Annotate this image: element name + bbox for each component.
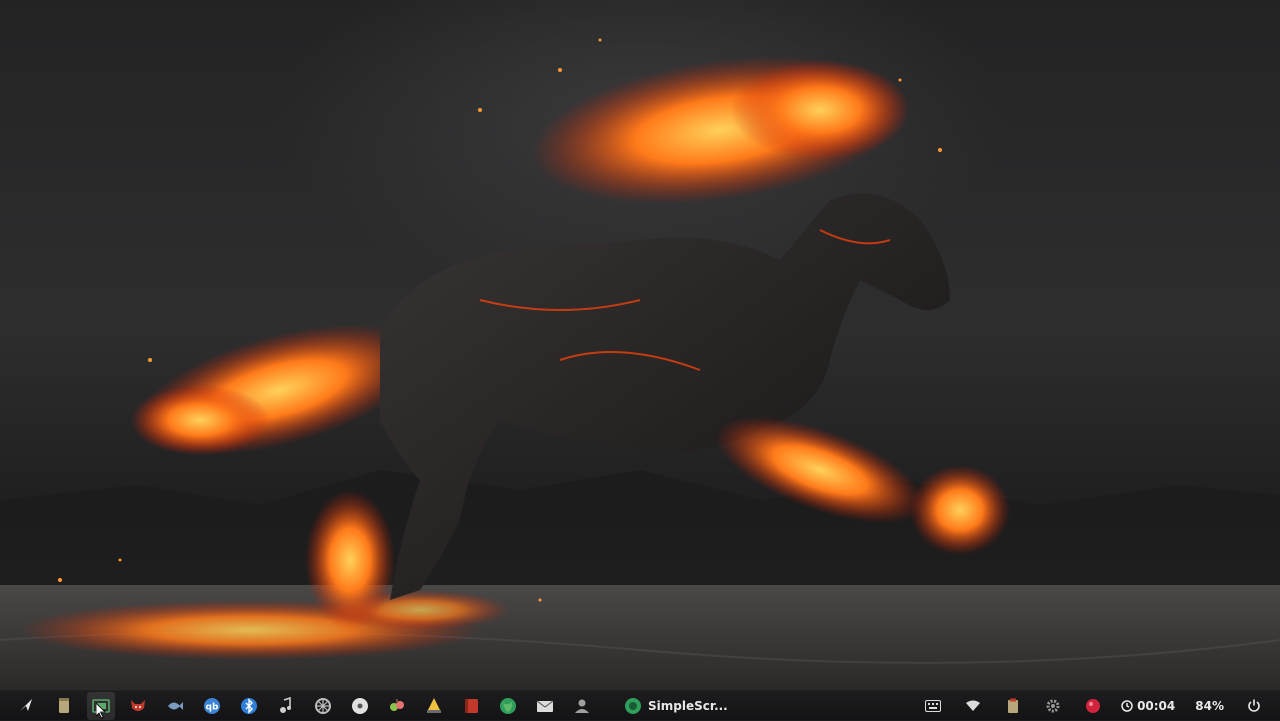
task-simplescreenrecorder[interactable]: SimpleScr...	[620, 692, 736, 720]
installer-launcher[interactable]	[420, 692, 448, 720]
globe-browser-launcher[interactable]	[494, 692, 522, 720]
settings-wheel-icon	[315, 697, 331, 714]
power-icon	[1248, 699, 1260, 712]
game-app-icon	[390, 698, 404, 711]
settings-wheel-launcher[interactable]	[309, 692, 337, 720]
launcher-menu-launcher[interactable]	[13, 692, 41, 720]
keyboard-icon	[925, 699, 942, 712]
fish-app-launcher[interactable]	[161, 692, 189, 720]
screenshot-tool-launcher[interactable]	[87, 691, 115, 720]
mail-app-launcher[interactable]	[531, 692, 559, 720]
gear-tray-icon	[1046, 699, 1060, 712]
file-manager-launcher[interactable]	[50, 692, 78, 720]
clipboard-icon	[1008, 698, 1019, 713]
battery-percent: 84%	[1195, 698, 1224, 713]
fish-app-icon	[168, 701, 183, 710]
launcher-menu-icon	[20, 698, 32, 711]
wifi-icon	[966, 700, 981, 711]
clipboard-button[interactable]	[1001, 692, 1025, 720]
clock-time: 00:04	[1137, 698, 1176, 713]
bluetooth-icon	[241, 697, 257, 714]
file-manager-icon	[59, 697, 69, 713]
fox-app-launcher[interactable]	[124, 692, 152, 720]
qbittorrent-icon: qb	[204, 697, 220, 714]
screenshot-tool-icon	[92, 698, 110, 713]
user-profile-launcher[interactable]	[568, 692, 596, 720]
installer-icon	[427, 697, 441, 713]
red-notebook-icon	[465, 698, 478, 713]
mail-app-icon	[536, 700, 554, 712]
record-stop-button[interactable]	[1081, 692, 1105, 720]
system-tray: 00:04 84%	[913, 691, 1280, 721]
taskbar: qb SimpleScr... 00:04 84%	[0, 690, 1280, 720]
bluetooth-launcher[interactable]	[235, 692, 263, 720]
battery-indicator[interactable]: 84%	[1195, 699, 1224, 713]
user-profile-icon	[575, 699, 589, 713]
disc-burner-launcher[interactable]	[346, 692, 374, 720]
task-label: SimpleScr...	[648, 698, 728, 713]
power-button[interactable]	[1242, 692, 1266, 720]
fire-horse-wallpaper	[0, 38, 1280, 695]
audio-player-launcher[interactable]	[272, 692, 300, 720]
launcher-bar: qb	[0, 691, 600, 720]
game-app-launcher[interactable]	[383, 692, 411, 720]
desktop-wallpaper	[0, 0, 1280, 720]
record-stop-icon	[1086, 698, 1101, 713]
disc-burner-icon	[352, 697, 368, 714]
fox-app-icon	[131, 699, 145, 711]
globe-browser-icon	[500, 697, 516, 714]
clock-icon	[1121, 699, 1133, 712]
keyboard-button[interactable]	[921, 692, 945, 720]
svg-text:qb: qb	[206, 702, 219, 712]
gear-tray-button[interactable]	[1041, 692, 1065, 720]
qbittorrent-launcher[interactable]: qb	[198, 692, 226, 720]
wifi-button[interactable]	[961, 692, 985, 720]
simplescreenrecorder-icon	[625, 697, 641, 714]
audio-player-icon	[280, 696, 291, 713]
clock[interactable]: 00:04	[1121, 699, 1175, 713]
red-notebook-launcher[interactable]	[457, 692, 485, 720]
